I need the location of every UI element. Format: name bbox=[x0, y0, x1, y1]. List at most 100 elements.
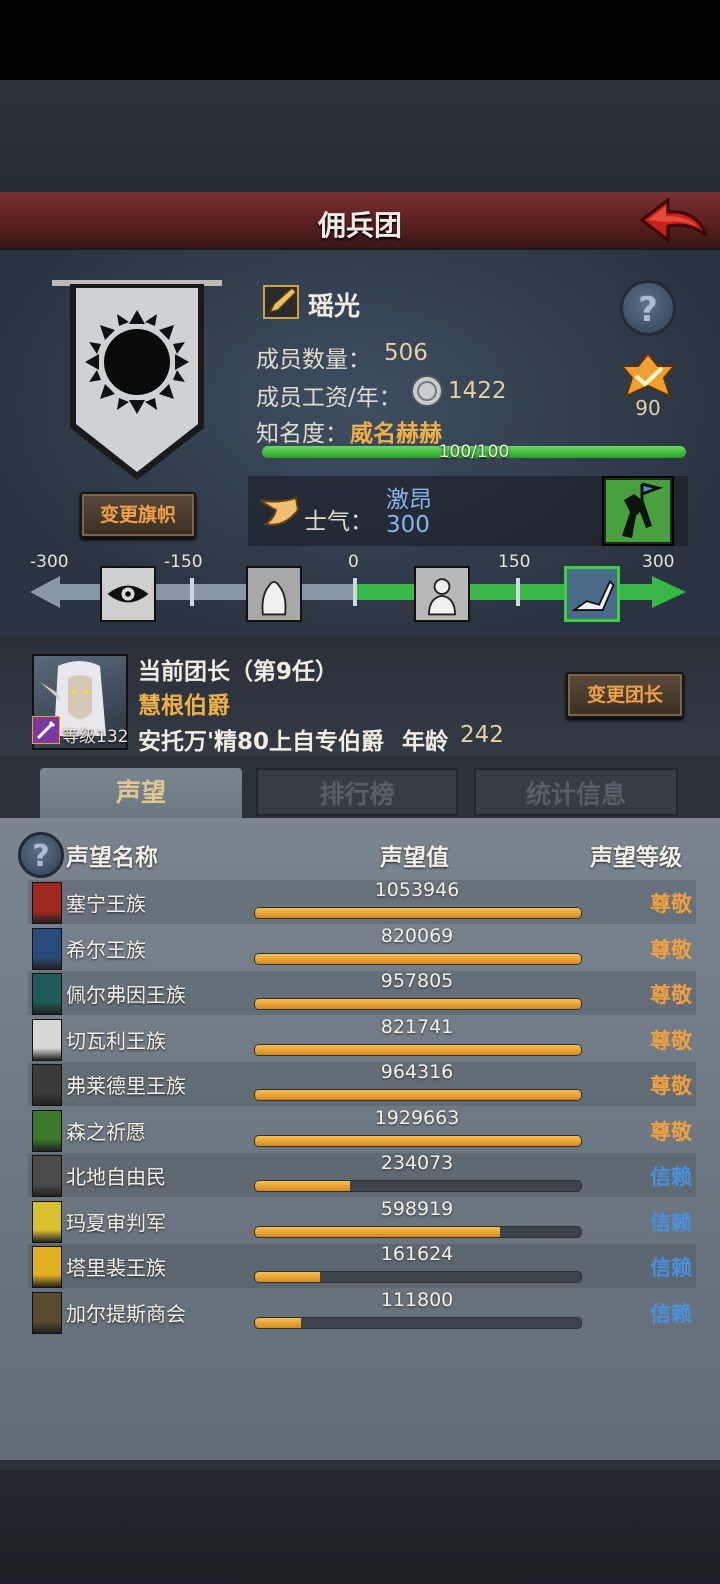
reputation-bar bbox=[254, 1134, 582, 1147]
reputation-level: 信赖 bbox=[650, 1165, 692, 1189]
faction-name: 塞宁王族 bbox=[66, 892, 146, 916]
faction-name: 森之祈愿 bbox=[66, 1119, 146, 1144]
table-row[interactable]: 弗莱德里王族 964316 尊敬 bbox=[28, 1061, 696, 1106]
reputation-bar-fill bbox=[255, 953, 581, 964]
rank-emblem-icon[interactable] bbox=[618, 352, 678, 402]
reputation-bar bbox=[254, 907, 582, 919]
faction-crest-icon bbox=[32, 1155, 62, 1197]
scale-tick-label: -150 bbox=[164, 552, 203, 572]
rename-pencil-icon[interactable] bbox=[262, 282, 302, 322]
reputation-level: 尊敬 bbox=[650, 1028, 692, 1053]
faction-crest-icon bbox=[32, 1200, 62, 1243]
scale-tick-label: -300 bbox=[30, 552, 69, 572]
reputation-bar-fill bbox=[255, 908, 581, 918]
change-banner-button[interactable]: 变更旗帜 bbox=[80, 492, 196, 538]
reputation-help-icon[interactable]: ? bbox=[18, 832, 64, 878]
reputation-bar bbox=[254, 998, 582, 1010]
reputation-bar-fill bbox=[255, 1226, 500, 1237]
faction-crest-icon bbox=[32, 1246, 62, 1288]
change-leader-button[interactable]: 变更团长 bbox=[566, 672, 684, 718]
table-row[interactable]: 佩尔弗因王族 957805 尊敬 bbox=[28, 970, 696, 1015]
faction-name: 弗莱德里王族 bbox=[66, 1074, 186, 1098]
leader-level: 等级132 bbox=[62, 727, 129, 747]
reputation-bar bbox=[254, 1089, 582, 1101]
faction-crest-icon bbox=[32, 973, 62, 1015]
faction-name: 北地自由民 bbox=[66, 1165, 166, 1189]
column-header-value: 声望值 bbox=[380, 845, 449, 871]
reputation-level: 信赖 bbox=[650, 1301, 692, 1326]
morale-status-icon bbox=[602, 476, 674, 546]
table-row[interactable]: 森之祈愿 1929663 尊敬 bbox=[28, 1106, 696, 1152]
reputation-bar bbox=[254, 1043, 582, 1056]
reputation-bar-fill bbox=[255, 999, 581, 1009]
table-row[interactable]: 玛夏审判军 598919 信赖 bbox=[28, 1198, 696, 1243]
reputation-bar-fill bbox=[255, 1090, 581, 1100]
reputation-value: 1929663 bbox=[374, 1106, 460, 1129]
reputation-bar bbox=[254, 1180, 582, 1192]
faction-crest-icon bbox=[32, 1018, 62, 1061]
faction-name: 塔里裴王族 bbox=[66, 1256, 166, 1280]
faction-crest-icon bbox=[32, 1064, 62, 1106]
faction-name: 切瓦利王族 bbox=[66, 1028, 166, 1053]
reputation-value: 820069 bbox=[380, 924, 454, 947]
reputation-bar-fill bbox=[255, 1181, 350, 1191]
reputation-bar bbox=[254, 1225, 582, 1238]
faction-name: 佩尔弗因王族 bbox=[66, 983, 186, 1007]
reputation-bar bbox=[254, 1316, 582, 1329]
leader-age-value: 242 bbox=[460, 722, 504, 748]
bottom-bar bbox=[0, 1470, 720, 1584]
scale-tick-label: 150 bbox=[498, 552, 531, 572]
faction-crest-icon bbox=[32, 1109, 62, 1152]
reputation-bar-fill bbox=[255, 1272, 321, 1282]
members-label: 成员数量： bbox=[256, 347, 371, 373]
title-bar: 佣兵团 bbox=[0, 192, 720, 251]
help-question-icon[interactable]: ? bbox=[620, 280, 676, 336]
company-banner-icon bbox=[52, 280, 222, 480]
morale-label: 士气： bbox=[304, 509, 373, 535]
reputation-bar-fill bbox=[255, 1317, 301, 1328]
horn-icon bbox=[259, 496, 300, 526]
salary-value: 1422 bbox=[448, 378, 507, 404]
reputation-bar-fill bbox=[255, 1044, 581, 1055]
table-row[interactable]: 北地自由民 234073 信赖 bbox=[28, 1152, 696, 1197]
table-row[interactable]: 塔里裴王族 161624 信赖 bbox=[28, 1243, 696, 1288]
morale-elated-icon bbox=[564, 566, 620, 622]
reputation-level: 尊敬 bbox=[650, 892, 692, 916]
reputation-bar bbox=[254, 1271, 582, 1283]
reputation-level: 尊敬 bbox=[650, 1119, 692, 1144]
company-name: 瑶光 bbox=[308, 292, 361, 322]
morale-value: 300 bbox=[386, 512, 430, 538]
leader-age-label: 年龄 bbox=[402, 729, 448, 755]
reputation-value: 111800 bbox=[380, 1288, 454, 1311]
faction-crest-icon bbox=[32, 882, 62, 924]
table-row[interactable]: 切瓦利王族 821741 尊敬 bbox=[28, 1016, 696, 1061]
morale-despair-icon bbox=[246, 566, 302, 622]
leader-info: 安托万'精80上自专伯爵 bbox=[138, 729, 385, 755]
back-arrow-icon[interactable] bbox=[638, 196, 710, 246]
morale-eye-icon bbox=[100, 566, 156, 622]
top-backdrop bbox=[0, 80, 720, 192]
reputation-bar bbox=[254, 952, 582, 965]
reputation-value: 161624 bbox=[380, 1243, 454, 1265]
column-header-name: 声望名称 bbox=[66, 845, 158, 871]
table-row[interactable]: 加尔提斯商会 111800 信赖 bbox=[28, 1288, 696, 1334]
rank-value: 90 bbox=[635, 396, 661, 420]
faction-crest-icon bbox=[32, 1291, 62, 1334]
tab-statistics[interactable]: 统计信息 bbox=[474, 768, 678, 816]
class-staff-icon bbox=[32, 716, 60, 744]
fame-progress-text: 100/100 bbox=[438, 442, 510, 462]
members-value: 506 bbox=[384, 340, 428, 366]
leader-name: 慧根伯爵 bbox=[138, 693, 230, 719]
leader-title: 当前团长（第9任） bbox=[138, 659, 339, 685]
table-row[interactable]: 塞宁王族 1053946 尊敬 bbox=[28, 879, 696, 924]
salary-label: 成员工资/年： bbox=[256, 385, 402, 411]
silver-coin-icon bbox=[411, 375, 443, 407]
scale-tick-label: 300 bbox=[642, 552, 675, 572]
tab-ranking[interactable]: 排行榜 bbox=[256, 768, 458, 816]
morale-state: 激昂 bbox=[386, 487, 432, 513]
morale-calm-icon bbox=[414, 566, 470, 622]
faction-name: 玛夏审判军 bbox=[66, 1210, 166, 1235]
reputation-value: 1053946 bbox=[374, 879, 460, 901]
tab-reputation[interactable]: 声望 bbox=[40, 768, 242, 822]
table-row[interactable]: 希尔王族 820069 尊敬 bbox=[28, 924, 696, 970]
